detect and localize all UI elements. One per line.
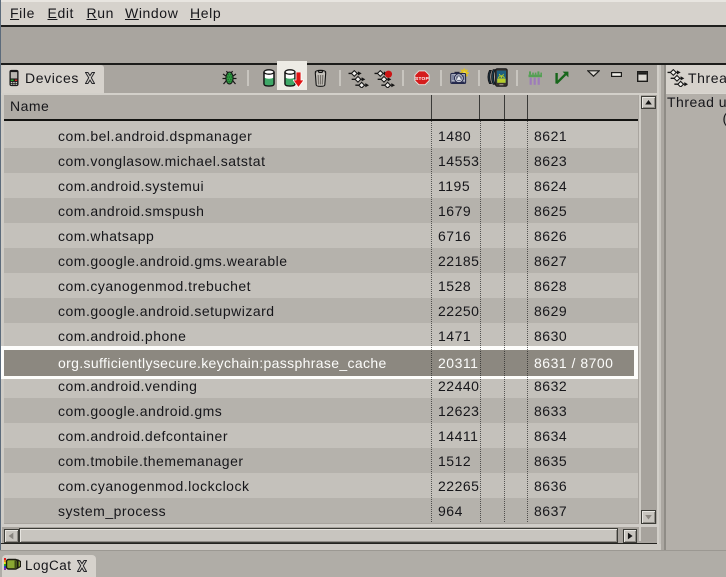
svg-text:STOP: STOP bbox=[415, 75, 429, 81]
